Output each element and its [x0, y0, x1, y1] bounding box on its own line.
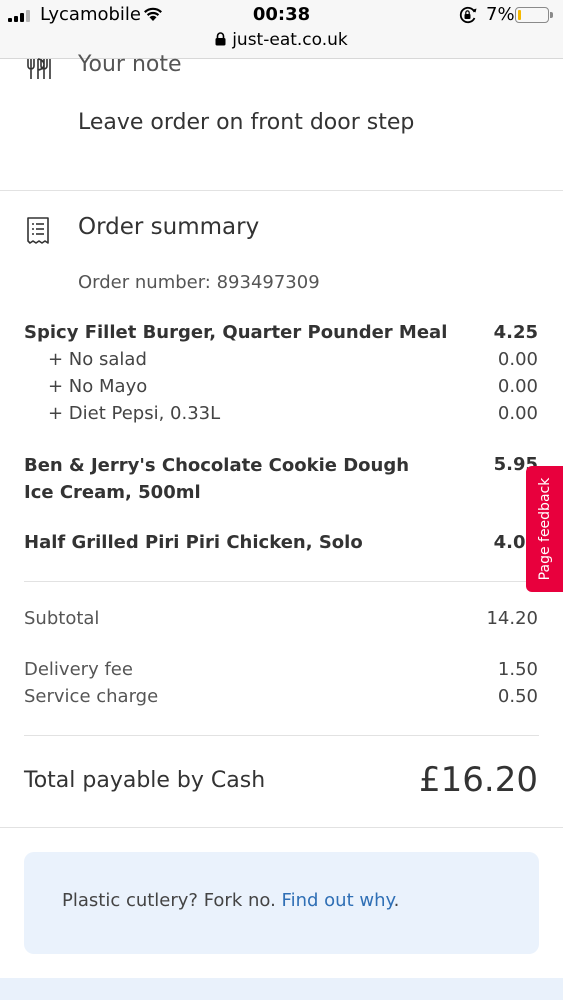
note-title: Your note [78, 52, 182, 77]
battery-icon [515, 7, 553, 23]
order-number: Order number: 893497309 [78, 272, 320, 293]
modifier-price: 0.00 [497, 403, 538, 424]
battery-percentage: 7% [486, 4, 515, 25]
cutlery-icon [27, 58, 51, 79]
delivery-fee-label: Delivery fee [24, 659, 133, 680]
cutlery-suffix: . [393, 890, 400, 911]
subtotal-label: Subtotal [24, 608, 100, 629]
modifier-price: 0.00 [497, 349, 538, 370]
footer-band [0, 978, 563, 1000]
find-out-why-link[interactable]: Find out why [282, 890, 394, 911]
item-modifier: + No Mayo [48, 376, 148, 397]
status-bar: Lycamobile 00:38 just-eat.co.uk 7% [0, 0, 563, 59]
modifier-price: 0.00 [497, 376, 538, 397]
page-feedback-label: Page feedback [536, 477, 553, 581]
totals-divider [24, 735, 539, 736]
cutlery-text: Plastic cutlery? Fork no. [62, 890, 276, 911]
page-feedback-tab[interactable]: Page feedback [526, 466, 563, 592]
lock-icon [215, 32, 226, 46]
item-name: Ben & Jerry's Chocolate Cookie Dough Ice… [24, 455, 410, 503]
total-label: Total payable by Cash [24, 768, 266, 793]
items-divider [24, 581, 539, 582]
service-charge-label: Service charge [24, 686, 159, 707]
item-modifier: + No salad [48, 349, 147, 370]
item-modifier: + Diet Pepsi, 0.33L [48, 403, 221, 424]
section-divider [0, 190, 563, 191]
order-summary-title: Order summary [78, 214, 260, 240]
service-charge-value: 0.50 [497, 686, 538, 707]
url-text: just-eat.co.uk [232, 30, 348, 50]
receipt-icon [27, 217, 49, 244]
section-divider [0, 827, 563, 828]
item-price: 4.25 [493, 322, 538, 343]
note-text: Leave order on front door step [78, 110, 415, 135]
address-bar[interactable]: just-eat.co.uk [0, 30, 563, 50]
delivery-fee-value: 1.50 [497, 659, 538, 680]
rotation-lock-icon [459, 6, 477, 24]
clock: 00:38 [252, 4, 311, 25]
plastic-cutlery-notice: Plastic cutlery? Fork no. Find out why. [24, 852, 539, 954]
total-value: £16.20 [419, 760, 538, 800]
item-name: Half Grilled Piri Piri Chicken, Solo [24, 532, 363, 553]
item-name: Spicy Fillet Burger, Quarter Pounder Mea… [24, 322, 448, 343]
subtotal-value: 14.20 [486, 608, 538, 629]
